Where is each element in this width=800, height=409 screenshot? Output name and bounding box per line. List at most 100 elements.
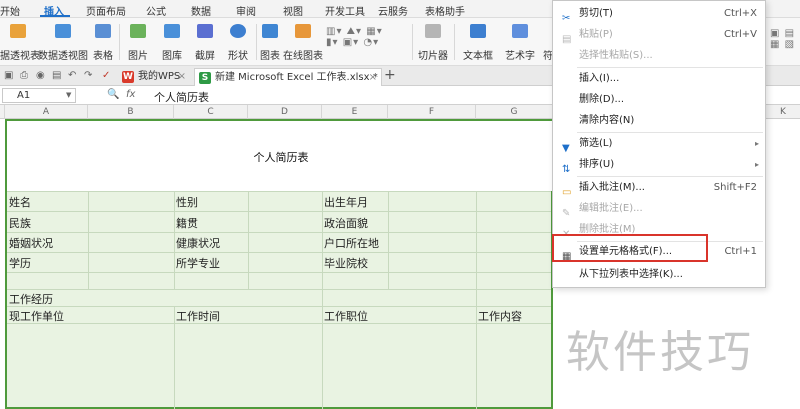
pivot-table-icon: [10, 24, 26, 38]
cell-ethnicity-label[interactable]: 民族: [9, 215, 31, 231]
pivot-chart-button[interactable]: 数据透视图: [38, 22, 88, 62]
menu-item-delete[interactable]: 删除(D)...: [553, 89, 765, 110]
cell-school-label[interactable]: 毕业院校: [324, 255, 368, 271]
chart-button[interactable]: 图表: [258, 22, 282, 62]
ribbon-separator: [256, 24, 257, 60]
column-header[interactable]: F: [388, 105, 476, 119]
tab-data[interactable]: 数据: [191, 3, 211, 18]
grid-line: [388, 191, 389, 289]
menu-item-format-cells[interactable]: ▦ 设置单元格格式(F)... Ctrl+1: [553, 241, 765, 262]
cell-position-label[interactable]: 工作职位: [324, 308, 368, 324]
print-icon[interactable]: ⎙: [20, 70, 28, 81]
ribbon-separator: [119, 24, 120, 60]
zoom-icon[interactable]: 🔍: [107, 89, 119, 100]
ribbon-separator: [412, 24, 413, 60]
grid-line: [7, 232, 551, 233]
textbox-button[interactable]: 文本框: [458, 22, 498, 62]
print-preview-icon[interactable]: ◉: [36, 70, 45, 81]
cell-health-label[interactable]: 健康状况: [176, 235, 220, 251]
tab-table-helper[interactable]: 表格助手: [425, 3, 465, 18]
screenshot-button[interactable]: 截屏: [189, 22, 221, 62]
spreadsheet-icon: S: [199, 72, 211, 84]
grid-line: [248, 191, 249, 289]
column-header[interactable]: C: [174, 105, 248, 119]
new-tab-button[interactable]: +: [384, 67, 396, 83]
menu-item-delete-comment[interactable]: ✕ 删除批注(M): [553, 219, 765, 240]
tab-view[interactable]: 视图: [283, 3, 303, 18]
tab-cloud[interactable]: 云服务: [378, 3, 408, 18]
tab-excel-document[interactable]: S 新建 Microsoft Excel 工作表.xlsx * ×: [194, 68, 382, 86]
gallery-button[interactable]: 图库: [156, 22, 188, 62]
shapes-icon: [230, 24, 246, 38]
menu-item-insert-comment[interactable]: ▭ 插入批注(M)... Shift+F2: [553, 177, 765, 198]
fx-icon[interactable]: fx: [126, 89, 135, 100]
menu-item-sort[interactable]: ⇅ 排序(U) ▸: [553, 154, 765, 175]
column-header[interactable]: E: [322, 105, 388, 119]
tab-developer[interactable]: 开发工具: [325, 3, 365, 18]
close-icon[interactable]: ×: [369, 69, 377, 87]
grid-line: [88, 191, 89, 289]
tab-home[interactable]: 开始: [0, 3, 20, 18]
cell-education-label[interactable]: 学历: [9, 255, 31, 271]
online-chart-button[interactable]: 在线图表: [283, 22, 323, 62]
wordart-button[interactable]: 艺术字: [500, 22, 540, 62]
menu-item-clear[interactable]: 清除内容(N): [553, 110, 765, 131]
menu-item-cut[interactable]: ✂ 剪切(T) Ctrl+X: [553, 3, 765, 24]
cell-gender-label[interactable]: 性别: [176, 194, 198, 210]
export-icon[interactable]: ▤: [52, 70, 61, 81]
tab-review[interactable]: 审阅: [236, 3, 256, 18]
cell-company-label[interactable]: 现工作单位: [9, 308, 64, 324]
wordart-icon: [512, 24, 528, 38]
cell-native-label[interactable]: 籍贯: [176, 215, 198, 231]
pivot-chart-icon: [55, 24, 71, 38]
pivot-table-button[interactable]: 据透视表: [0, 22, 40, 62]
grid-line: [7, 252, 551, 253]
menu-item-pick-from-list[interactable]: 从下拉列表中选择(K)...: [553, 264, 765, 285]
redo-icon[interactable]: ↷: [84, 70, 92, 81]
menu-item-filter[interactable]: ▼ 筛选(L) ▸: [553, 133, 765, 154]
table-button[interactable]: 表格: [90, 22, 116, 62]
cell-political-label[interactable]: 政治面貌: [324, 215, 368, 231]
save-icon[interactable]: ▣: [4, 70, 13, 81]
grid-line: [7, 306, 551, 307]
undo-icon[interactable]: ↶: [68, 70, 76, 81]
cell-name-label[interactable]: 姓名: [9, 194, 31, 210]
cell-work-content-label[interactable]: 工作内容: [478, 308, 522, 324]
grid-line: [7, 191, 551, 192]
chevron-down-icon[interactable]: ▼: [66, 91, 71, 99]
cell-major-label[interactable]: 所学专业: [176, 255, 220, 271]
submenu-arrow-icon: ▸: [754, 139, 759, 148]
sheet-right-area[interactable]: [766, 0, 800, 409]
column-header[interactable]: A: [5, 105, 88, 119]
gallery-icon: [164, 24, 180, 38]
menu-item-edit-comment[interactable]: ✎ 编辑批注(E)...: [553, 198, 765, 219]
column-header[interactable]: B: [88, 105, 174, 119]
selected-range[interactable]: 个人简历表 姓名 性别 出生年月 民族 籍贯 政治面貌 婚姻状况 健康状况 户口…: [5, 119, 555, 409]
tab-formulas[interactable]: 公式: [146, 3, 166, 18]
column-header[interactable]: D: [248, 105, 322, 119]
column-header[interactable]: G: [476, 105, 553, 119]
cell-work-time-label[interactable]: 工作时间: [176, 308, 220, 324]
cell-birth-label[interactable]: 出生年月: [324, 194, 368, 210]
close-icon[interactable]: ×: [178, 68, 186, 86]
tab-my-wps[interactable]: W 我的WPS ×: [118, 68, 190, 86]
grid-line: [7, 323, 551, 324]
picture-button[interactable]: 图片: [122, 22, 154, 62]
slicer-button[interactable]: 切片器: [416, 22, 450, 62]
menu-item-paste-special[interactable]: 选择性粘贴(S)...: [553, 45, 765, 66]
grid-line: [476, 191, 477, 409]
cell-residence-label[interactable]: 户口所在地: [324, 235, 379, 251]
tab-page-layout[interactable]: 页面布局: [86, 3, 126, 18]
formula-input[interactable]: 个人简历表: [154, 89, 209, 105]
mini-chart-icons[interactable]: ▥▾ ⛰▾ ▦▾ ▮▾ ▣▾ ◔▾: [326, 26, 383, 48]
name-box[interactable]: A1: [2, 88, 76, 103]
menu-item-insert[interactable]: 插入(I)...: [553, 68, 765, 89]
sheet-title-cell[interactable]: 个人简历表: [7, 121, 555, 191]
shapes-button[interactable]: 形状: [222, 22, 254, 62]
cell-experience-label[interactable]: 工作经历: [9, 291, 53, 307]
cell-marital-label[interactable]: 婚姻状况: [9, 235, 53, 251]
menu-item-paste[interactable]: ▤ 粘贴(P) Ctrl+V: [553, 24, 765, 45]
scissors-icon: [197, 24, 213, 38]
grid-line: [322, 191, 323, 409]
grid-line: [7, 272, 551, 273]
